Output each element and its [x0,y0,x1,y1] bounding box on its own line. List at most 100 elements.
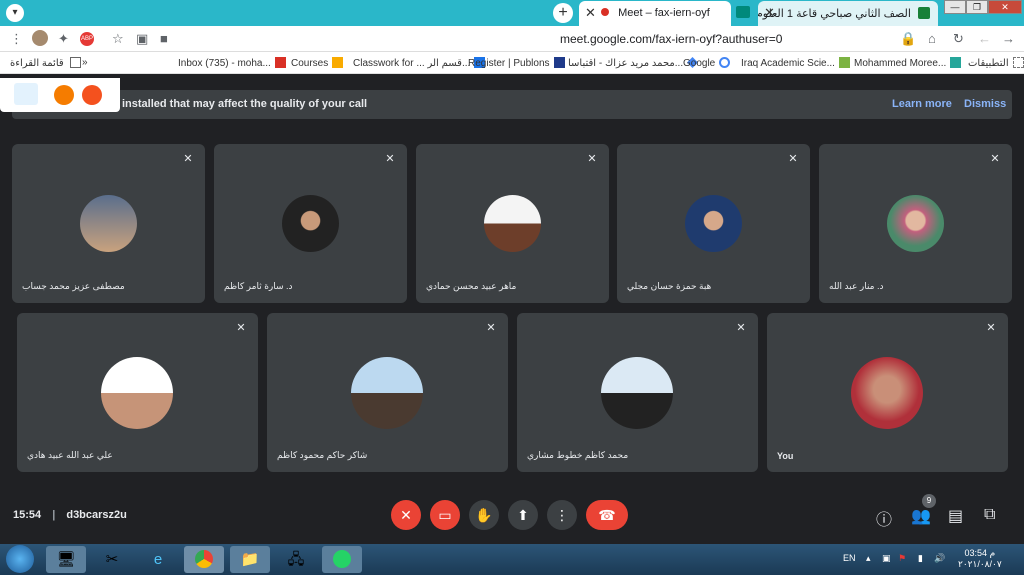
bookmark-item[interactable]: محمد مريد عزاك - اقتباسا... [568,57,699,69]
camera-icon[interactable]: ■ [160,31,168,46]
mic-off-icon: ✕ [736,322,746,334]
menu-kebab-icon[interactable]: ⋮ [10,31,23,47]
bookmark-item[interactable]: Register | Publons [468,57,565,69]
meeting-code: d3bcarsz2u [66,509,127,521]
tray-flag-icon[interactable]: ⚑ [898,553,906,564]
chrome-icon [195,550,213,568]
participant-tile-self[interactable]: ✕ You [767,313,1008,472]
bookmark-label: التطبيقات [968,58,1009,69]
more-vert-icon: ⋮ [555,507,569,523]
signal-icon[interactable]: ▮ [918,553,923,564]
reload-icon[interactable]: ↻ [953,31,964,47]
home-icon[interactable]: ⌂ [928,31,936,46]
info-icon[interactable]: ⓘ [876,506,892,530]
participant-tile[interactable]: ✕ ماهر عبيد محسن حمادي [416,144,609,303]
mic-off-icon: ✕ [587,153,597,165]
taskbar-app-ie[interactable]: e [138,546,178,573]
participant-tile[interactable]: ✕ علي عبد الله عبيد هادي [17,313,258,472]
close-window-button[interactable]: ✕ [988,0,1022,14]
language-indicator[interactable]: EN [843,553,856,563]
recording-icon [601,8,609,16]
address-bar-row: ⋮ ✦ ABP ☆ ▣ ■ meet.google.com/fax-iern-o… [0,26,1024,52]
hand-icon: ✋ [475,507,493,523]
url-text[interactable]: meet.google.com/fax-iern-oyf?authuser=0 [560,32,782,46]
present-screen-icon: ⬆ [517,507,529,523]
taskbar-app-paint[interactable]: ✂ [92,546,132,573]
learn-more-link[interactable]: Learn more [892,98,952,110]
forward-icon[interactable]: ← [978,31,991,46]
taskbar-app-chrome[interactable] [184,546,224,573]
bookmark-item[interactable]: Inbox (735) - moha... [178,57,286,69]
participant-avatar [887,195,944,252]
participant-count-badge: 9 [922,494,936,508]
bookmark-item[interactable]: Google [683,57,731,69]
bookmark-item[interactable]: Classwork for ... قسم الر... [353,57,486,69]
participant-name: You [777,451,794,461]
mic-toggle-button[interactable]: ✕ [391,500,421,530]
bookmark-item[interactable]: Courses [291,57,344,69]
bookmark-star-icon[interactable]: ☆ [112,31,124,47]
user-board-icon[interactable] [14,83,38,105]
taskbar-app-explorer[interactable]: 📁 [230,546,270,573]
minimize-button[interactable]: — [944,0,966,14]
participant-tile[interactable]: ✕ مصطفى عزيز محمد جساب [12,144,205,303]
bookmark-item[interactable]: Iraq Academic Scie... [741,57,850,69]
clock[interactable]: 03:54 م ٢٠٢١/٠٨/٠٧ [958,548,1002,570]
leave-call-button[interactable]: ☎ [586,500,628,530]
cast-icon[interactable]: ▣ [136,31,148,47]
back-icon[interactable]: → [1002,31,1015,46]
participant-tile[interactable]: ✕ محمد كاظم خطوط مشاري [517,313,758,472]
camera-toggle-button[interactable]: ▭ [430,500,460,530]
participant-tile[interactable]: ✕ د. منار عبد الله [819,144,1012,303]
reading-list[interactable]: قائمة القراءة [10,57,82,69]
participant-tile[interactable]: ✕ شاكر حاكم محمود كاظم [267,313,508,472]
tab-meet[interactable]: ✕ Meet – fax-iern-oyf [579,1,731,26]
bookmark-item[interactable]: التطبيقات [968,57,1024,69]
bookmark-label: محمد مريد عزاك - اقتباسا... [568,58,684,69]
new-tab-button[interactable]: + [553,3,573,23]
paint-icon: ✂ [105,551,119,568]
star-badge-icon[interactable] [82,85,102,105]
taskbar-app-computer[interactable]: 🖥 [46,546,86,573]
profile-avatar[interactable] [32,30,48,46]
tray-display-icon[interactable]: ▣ [882,553,891,564]
participant-avatar [685,195,742,252]
tray-arrow-icon[interactable]: ▴ [866,553,871,564]
chat-icon[interactable]: ▤ [948,506,963,526]
participant-name: ماهر عبيد محسن حمادي [426,281,517,291]
extensions-icon[interactable]: ✦ [58,31,69,47]
more-options-button[interactable]: ⋮ [547,500,577,530]
chevron-icon[interactable]: » [82,57,88,68]
tab-search-icon[interactable]: ▾ [6,4,24,22]
taskbar-app-whatsapp[interactable] [322,546,362,573]
activities-icon[interactable]: ⧉ [984,506,995,524]
participant-name: د. منار عبد الله [829,281,884,291]
meeting-info: 15:54 | d3bcarsz2u [13,509,127,521]
participant-avatar [851,357,923,429]
dismiss-button[interactable]: Dismiss [964,98,1006,110]
people-icon[interactable]: 👥 [911,506,931,526]
bookmark-label: Google [683,58,716,69]
participant-avatar [484,195,541,252]
close-icon[interactable]: ✕ [585,5,596,21]
lock-icon[interactable]: 🔒 [900,31,916,47]
participant-tile[interactable]: ✕ د. سارة ثامر كاظم [214,144,407,303]
participant-tile[interactable]: ✕ هبة حمزة حسان مجلي [617,144,810,303]
mic-off-icon: ✕ [990,153,1000,165]
start-button[interactable] [6,545,34,573]
maximize-button[interactable]: ❐ [966,0,988,14]
researchgate-icon [950,57,962,68]
close-icon[interactable]: ✕ [764,5,775,21]
mic-off-icon: ✕ [385,153,395,165]
tab-classroom[interactable]: الصف الثاني صباحي قاعة 1 العلوم التربوية [758,1,938,26]
present-button[interactable]: ⬆ [508,500,538,530]
triangle-badge-icon[interactable] [54,85,74,105]
bookmark-item[interactable]: Mohammed Moree... [854,57,962,69]
volume-icon[interactable]: 🔊 [934,553,945,564]
taskbar-app-network[interactable]: 🖧 [276,546,316,573]
participant-avatar [351,357,423,429]
adblock-icon[interactable]: ABP [80,32,94,46]
extension-popup [0,78,120,112]
raise-hand-button[interactable]: ✋ [469,500,499,530]
meet-camera-icon [736,6,750,18]
